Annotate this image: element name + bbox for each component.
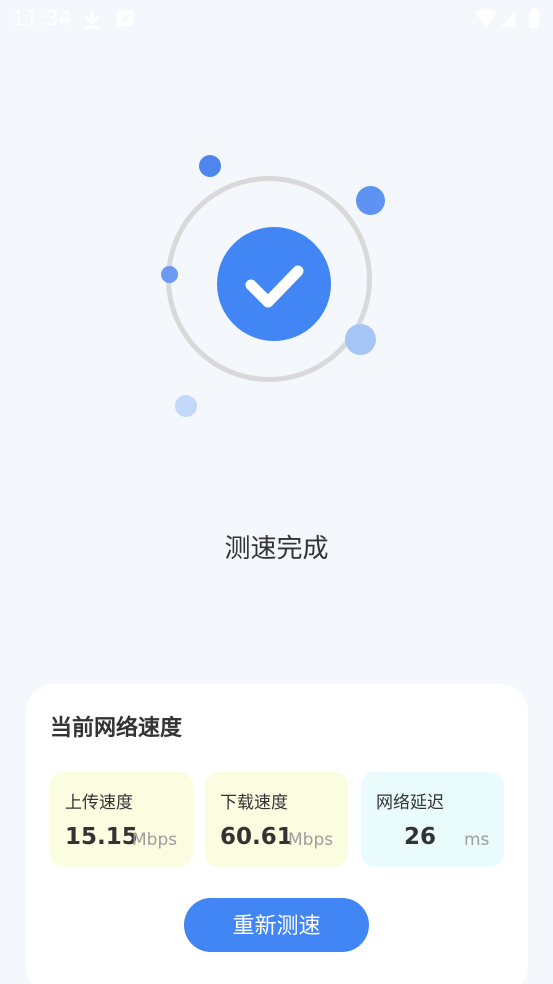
wifi-icon: [474, 8, 498, 32]
metric-label: 网络延迟: [376, 793, 444, 813]
result-illustration: [140, 140, 410, 430]
retest-button[interactable]: 重新测速: [184, 898, 369, 952]
metric-label: 下载速度: [220, 793, 288, 813]
download-speed-tile: 下载速度 60.61 Mbps: [205, 772, 348, 867]
card-title: 当前网络速度: [50, 716, 183, 741]
screenshot-icon: [116, 8, 134, 32]
metric-unit: ms: [464, 830, 490, 850]
latency-tile: 网络延迟 26 ms: [361, 772, 504, 867]
battery-icon: [528, 8, 540, 34]
orbit-dot: [345, 324, 376, 355]
metric-value: 26: [404, 824, 437, 850]
download-icon: [82, 8, 102, 34]
signal-icon: [500, 10, 516, 32]
orbit-dot: [199, 155, 221, 177]
network-speed-card: 当前网络速度 上传速度 15.15 Mbps 下载速度 60.61 Mbps 网…: [26, 684, 528, 984]
result-title: 测速完成: [224, 534, 329, 564]
status-bar: 11:34: [0, 0, 553, 36]
orbit-dot: [175, 395, 197, 417]
metric-label: 上传速度: [65, 793, 133, 813]
metric-unit: Mbps: [132, 830, 178, 850]
orbit-dot: [356, 186, 385, 215]
metric-unit: Mbps: [288, 830, 334, 850]
metric-value: 15.15: [65, 824, 138, 850]
orbit-dot: [161, 266, 178, 283]
check-icon: [217, 227, 331, 341]
speed-test-result-screen: 11:34 测速完成 当前网络速度 上传速度 15.15 Mbps 下载速度 6…: [0, 0, 553, 984]
upload-speed-tile: 上传速度 15.15 Mbps: [50, 772, 193, 867]
status-time: 11:34: [12, 6, 73, 30]
metric-value: 60.61: [220, 824, 293, 850]
